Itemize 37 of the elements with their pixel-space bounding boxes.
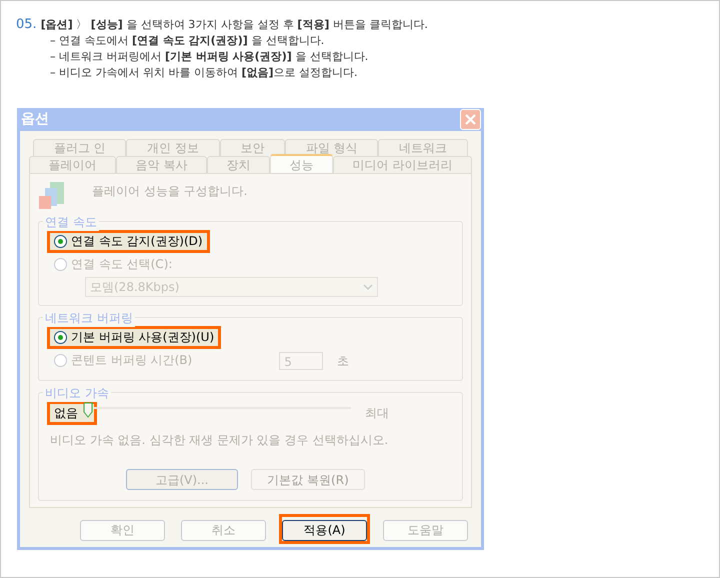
tab[interactable]: 플레이어	[29, 156, 116, 173]
window-title: 옵션	[21, 110, 49, 129]
tab[interactable]: 미디어 라이브러리	[333, 156, 472, 173]
radio-button[interactable]	[54, 331, 67, 344]
dialog-button[interactable]: 취소	[181, 520, 266, 540]
note-text: 비디오 가속 없음. 심각한 재생 문제가 있을 경우 선택하십시오.	[50, 432, 390, 449]
description-text: 플레이어 성능을 구성합니다.	[92, 183, 248, 200]
slider-min-label: 없음	[54, 405, 78, 422]
instruction-text: – 네트워크 버퍼링에서 [기본 버퍼링 사용(권장)] 을 선택합니다.	[49, 49, 368, 65]
close-icon	[465, 114, 476, 125]
tab[interactable]: 성능	[270, 154, 334, 173]
tab[interactable]: 플러그 인	[33, 139, 126, 156]
unit-label: 초	[337, 352, 350, 370]
radio-button[interactable]	[54, 235, 67, 248]
close-button[interactable]	[460, 109, 481, 130]
speed-dropdown[interactable]: 모뎀(28.8Kbps)	[85, 277, 378, 297]
radio-label[interactable]: 연결 속도 선택(C):	[71, 257, 172, 272]
tab[interactable]: 장치	[206, 156, 270, 173]
dialog-button[interactable]: 확인	[80, 520, 165, 540]
dialog-button[interactable]: 적용(A)	[282, 520, 367, 540]
step-number: 05.	[16, 17, 37, 33]
restore-defaults-button[interactable]: 기본값 복원(R)	[251, 469, 365, 490]
buffer-field[interactable]: 5	[279, 352, 324, 370]
tab[interactable]: 네트워크	[378, 139, 468, 156]
slider-max-label: 최대	[365, 405, 389, 422]
radio-label[interactable]: 기본 버퍼링 사용(권장)(U)	[71, 330, 214, 345]
instruction-text: – 비디오 가속에서 위치 바를 이동하여 [없음]으로 설정합니다.	[49, 65, 358, 81]
radio-label[interactable]: 콘텐트 버퍼링 시간(B)	[71, 353, 192, 368]
tab[interactable]: 음악 복사	[116, 156, 207, 173]
radio-label[interactable]: 연결 속도 감지(권장)(D)	[71, 234, 203, 249]
tab[interactable]: 개인 정보	[126, 139, 220, 156]
dialog-button[interactable]: 도움말	[383, 520, 468, 540]
advanced-button[interactable]: 고급(V)...	[126, 469, 238, 490]
instruction-text: – 연결 속도에서 [연결 속도 감지(권장)] 을 선택합니다.	[49, 33, 324, 49]
tab[interactable]: 보안	[220, 139, 286, 156]
tab[interactable]: 파일 형식	[285, 139, 378, 156]
instruction-text: [옵션] 〉 [성능] 을 선택하여 3가지 사항을 설정 후 [적용] 버튼을 클릭합니다.	[40, 17, 428, 33]
